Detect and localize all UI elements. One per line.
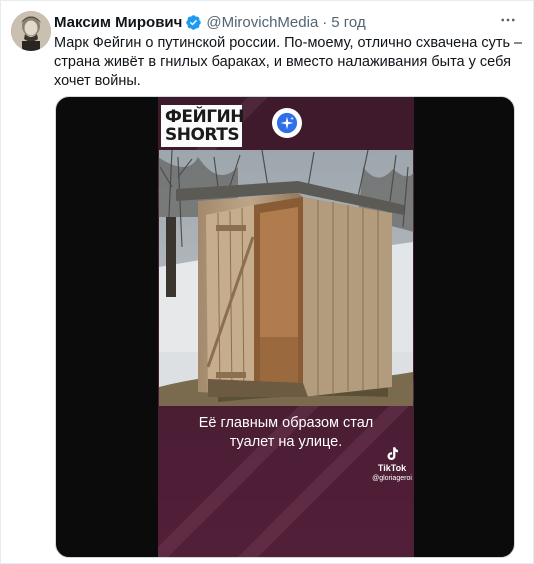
caption-line-1: Её главным образом стал — [198, 415, 374, 431]
tweet-header: Максим Мирович @MirovichMedia · 5 год — [54, 12, 366, 32]
feigin-shorts-logo: ФЕЙГИН SHORTS — [161, 105, 245, 147]
tiktok-username: @gloriageroi — [372, 475, 412, 482]
tweet-text-line: Марк Фейгин о путинской россии. По-моему… — [54, 35, 523, 51]
tiktok-logo-icon — [387, 447, 398, 460]
sparkle-icon[interactable] — [272, 108, 302, 138]
tiktok-label: TikTok — [377, 463, 407, 473]
logo-line-2: SHORTS — [165, 125, 240, 145]
tiktok-watermark: TikTok @gloriageroi — [372, 445, 412, 483]
author-handle[interactable]: @MirovichMedia — [206, 14, 318, 31]
author-name[interactable]: Максим Мирович — [54, 14, 182, 31]
tweet-text: Марк Фейгин о путинской россии. По-моему… — [54, 34, 524, 91]
tweet-card[interactable]: Максим Мирович @MirovichMedia · 5 год Ма… — [0, 0, 534, 564]
header-separator: · — [322, 13, 328, 31]
verified-badge-icon — [185, 14, 202, 31]
tweet-text-line: хочет войны. — [54, 73, 141, 89]
tweet-text-line: страна живёт в гнилых бараках, и вместо … — [54, 54, 511, 70]
logo-line-1: ФЕЙГИН — [165, 107, 245, 127]
more-options-icon[interactable] — [497, 9, 519, 31]
video-scene — [158, 97, 414, 557]
video-frame[interactable]: ФЕЙГИН SHORTS Её главным образом стал ту… — [158, 97, 414, 557]
tweet-timestamp[interactable]: 5 год — [331, 14, 365, 31]
tweet-video[interactable]: ФЕЙГИН SHORTS Её главным образом стал ту… — [55, 96, 515, 558]
author-avatar[interactable] — [11, 11, 51, 51]
